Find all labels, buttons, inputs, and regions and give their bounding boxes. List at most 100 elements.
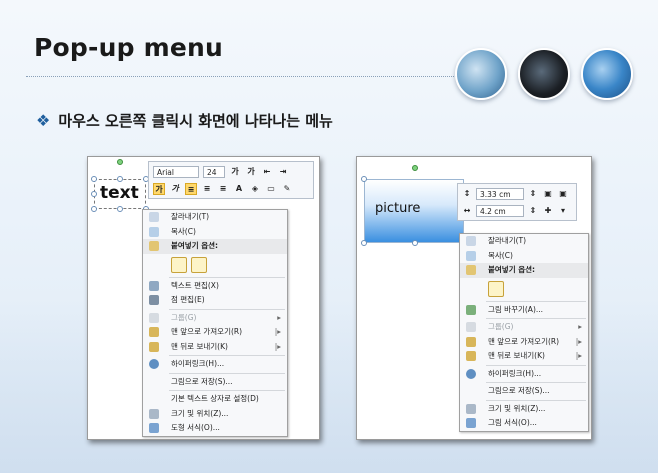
menu-separator [169, 372, 285, 374]
menu-item-format-picture[interactable]: 그림 서식(O)... [460, 416, 588, 431]
submenu-arrow-icon: ▸ [277, 312, 281, 322]
shrink-font-button[interactable]: 가 [245, 166, 257, 178]
slide-title: Pop-up menu [34, 33, 223, 62]
decrease-indent-icon[interactable]: ⇤ [261, 166, 273, 178]
align-center-icon[interactable]: ≡ [201, 183, 213, 195]
menu-item-send-to-back[interactable]: 맨 뒤로 보내기(K) |▸ [143, 340, 287, 355]
bold-button[interactable]: 가 [153, 183, 165, 195]
line-color-icon[interactable]: ▭ [265, 183, 277, 195]
height-icon: ↕ [463, 189, 471, 198]
textbox-text: text [100, 183, 139, 203]
spinner-icon[interactable]: ⇕ [527, 188, 539, 200]
width-field[interactable]: 4.2 cm [476, 205, 524, 217]
submenu-arrow-icon: ▸ [578, 322, 582, 331]
submenu-arrow-icon: |▸ [274, 341, 281, 351]
picture-style-icon[interactable]: ▾ [557, 205, 569, 217]
width-icon: ↔ [463, 206, 471, 215]
menu-item-size-position[interactable]: 크기 및 위치(Z)... [460, 402, 588, 417]
picture-text: picture [375, 201, 421, 216]
menu-item-group[interactable]: 그룹(G) ▸ [460, 320, 588, 335]
mini-formatting-toolbar: Arial 24 가 가 ⇤ ⇥ 가 가 ≡ ≡ ≡ A ◈ ▭ ✎ [148, 161, 314, 199]
menu-item-cut[interactable]: 잘라내기(T) [460, 234, 588, 249]
menu-item-group[interactable]: 그룹(G) ▸ [143, 311, 287, 326]
format-picture-icon [466, 418, 476, 428]
picture-context-menu-screenshot: picture ↕ 3.33 cm ⇕ ▣ ▣ ↔ 4.2 cm ⇕ ✚ ▾ 잘… [356, 156, 592, 440]
menu-item-copy[interactable]: 복사(C) [460, 249, 588, 264]
clipboard-icon [149, 241, 159, 251]
crop-icon[interactable]: ✚ [542, 205, 554, 217]
resize-handle[interactable] [91, 191, 97, 197]
change-picture-icon [466, 304, 476, 315]
title-divider [26, 76, 456, 77]
rotation-handle[interactable] [117, 159, 123, 165]
scissors-icon [149, 212, 159, 222]
align-right-icon[interactable]: ≡ [217, 183, 229, 195]
menu-item-edit-points[interactable]: 점 편집(E) [143, 293, 287, 308]
size-position-icon [466, 403, 476, 414]
format-painter-icon[interactable]: ✎ [281, 183, 293, 195]
menu-item-cut[interactable]: 잘라내기(T) [143, 210, 287, 225]
globe-decoration-3 [581, 48, 633, 100]
submenu-arrow-icon: |▸ [274, 327, 281, 336]
resize-handle[interactable] [117, 206, 123, 212]
bring-front-icon[interactable]: ▣ [542, 188, 554, 200]
edit-points-icon [149, 295, 159, 305]
menu-item-send-to-back[interactable]: 맨 뒤로 보내기(K) |▸ [460, 349, 588, 364]
submenu-arrow-icon: |▸ [575, 336, 582, 346]
menu-separator [169, 390, 285, 391]
paste-keep-formatting-icon[interactable] [488, 280, 504, 297]
group-icon [149, 312, 159, 323]
menu-item-hyperlink[interactable]: 하이퍼링크(H)... [460, 367, 588, 382]
align-left-icon[interactable]: ≡ [185, 183, 197, 195]
spinner-icon[interactable]: ⇕ [527, 205, 539, 217]
menu-separator [169, 355, 285, 356]
font-color-icon[interactable]: A [233, 183, 245, 195]
menu-item-change-picture[interactable]: 그림 바꾸기(A)... [460, 303, 588, 318]
resize-handle[interactable] [361, 240, 367, 246]
height-field[interactable]: 3.33 cm [476, 188, 524, 200]
size-position-icon [149, 408, 159, 419]
format-shape-icon [149, 423, 159, 433]
submenu-arrow-icon: |▸ [575, 351, 582, 360]
slide-subheading: ❖ 마우스 오른쪽 클릭시 화면에 나타나는 메뉴 [36, 110, 333, 131]
menu-separator [169, 308, 285, 310]
globe-decoration-1 [455, 48, 507, 100]
resize-handle[interactable] [117, 176, 123, 182]
paste-keep-formatting-icon[interactable] [171, 256, 187, 273]
menu-item-bring-to-front[interactable]: 맨 앞으로 가져오기(R) |▸ [143, 325, 287, 340]
menu-item-save-as-picture[interactable]: 그림으로 저장(S)... [143, 375, 287, 390]
menu-separator [486, 382, 586, 383]
menu-item-edit-text[interactable]: 텍스트 편집(X) [143, 279, 287, 294]
grow-font-button[interactable]: 가 [229, 166, 241, 178]
menu-item-hyperlink[interactable]: 하이퍼링크(H)... [143, 357, 287, 372]
menu-separator [486, 364, 586, 366]
increase-indent-icon[interactable]: ⇥ [277, 166, 289, 178]
resize-handle[interactable] [412, 240, 418, 246]
menu-separator [486, 300, 586, 302]
font-select[interactable]: Arial [153, 166, 199, 178]
menu-item-set-default-textbox[interactable]: 기본 텍스트 상자로 설정(D) [143, 392, 287, 407]
menu-item-bring-to-front[interactable]: 맨 앞으로 가져오기(R) |▸ [460, 335, 588, 350]
rotation-handle[interactable] [412, 165, 418, 171]
resize-handle[interactable] [361, 176, 367, 182]
subheading-text: 마우스 오른쪽 클릭시 화면에 나타나는 메뉴 [58, 112, 333, 130]
menu-item-copy[interactable]: 복사(C) [143, 225, 287, 240]
resize-handle[interactable] [91, 206, 97, 212]
diamond-bullet-icon: ❖ [36, 111, 51, 130]
menu-item-format-shape[interactable]: 도형 서식(O)... [143, 421, 287, 436]
italic-button[interactable]: 가 [169, 183, 181, 195]
send-back-icon [466, 351, 476, 361]
send-back-icon[interactable]: ▣ [557, 188, 569, 200]
fill-color-icon[interactable]: ◈ [249, 183, 261, 195]
resize-handle[interactable] [91, 176, 97, 182]
menu-item-size-position[interactable]: 크기 및 위치(Z)... [143, 407, 287, 422]
bring-front-icon [466, 336, 476, 347]
menu-item-save-as-picture[interactable]: 그림으로 저장(S)... [460, 384, 588, 399]
paste-picture-icon[interactable] [191, 256, 207, 273]
group-icon [466, 322, 476, 332]
menu-separator [486, 318, 586, 319]
globe-decoration-2 [518, 48, 570, 100]
font-size-select[interactable]: 24 [203, 166, 225, 178]
menu-separator [169, 276, 285, 278]
copy-icon [466, 250, 476, 261]
